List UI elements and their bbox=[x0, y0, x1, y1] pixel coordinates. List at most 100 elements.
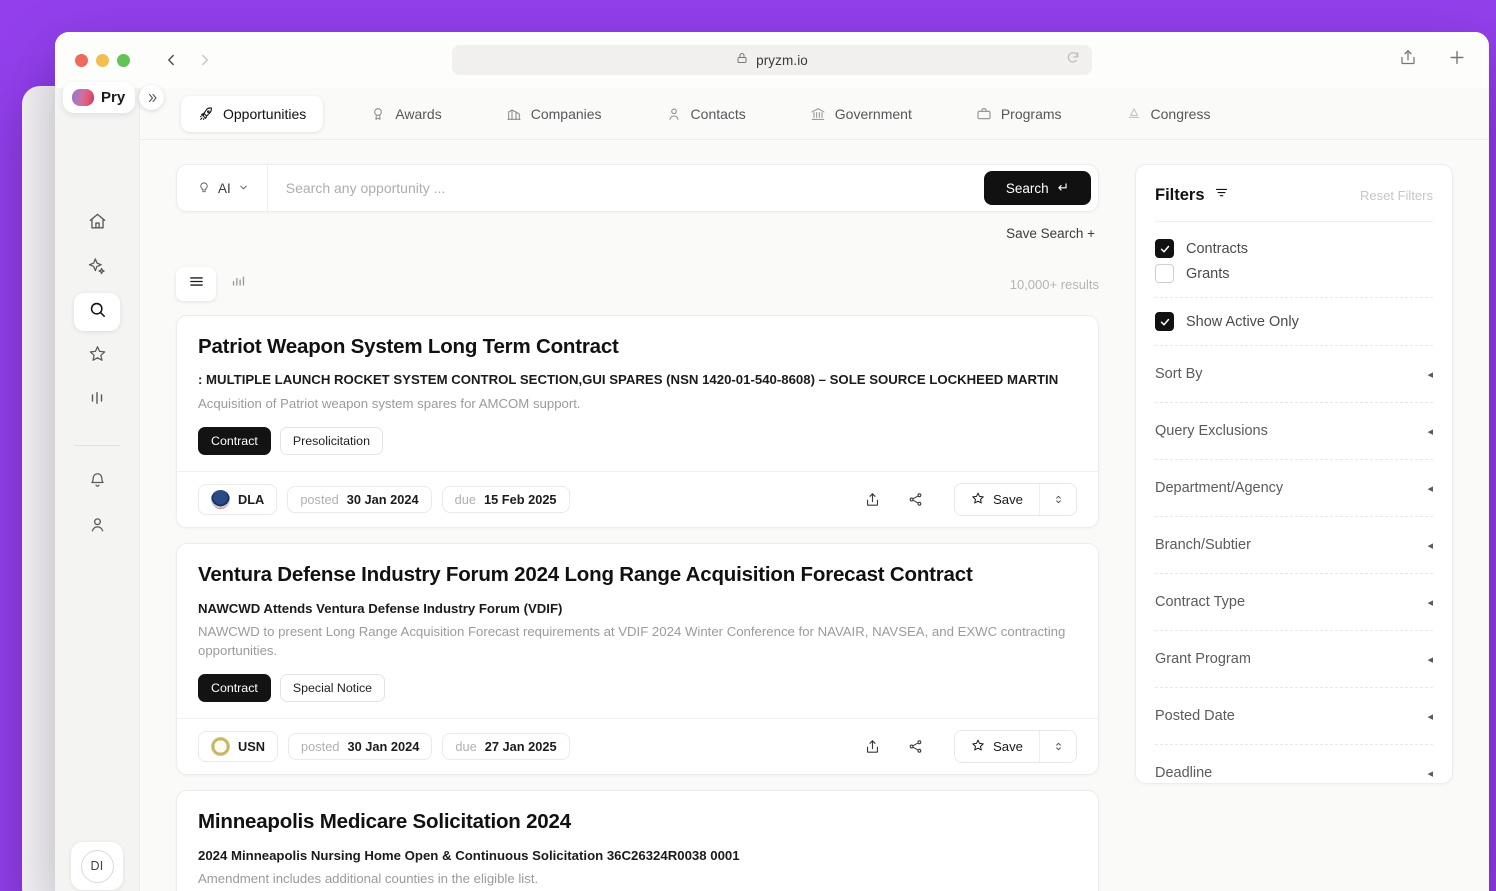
posted-date: 30 Jan 2024 bbox=[347, 739, 420, 755]
sidebar-item-saved[interactable] bbox=[74, 337, 120, 375]
bell-icon bbox=[88, 471, 107, 495]
back-icon[interactable] bbox=[160, 49, 182, 71]
star-icon bbox=[971, 738, 985, 755]
maximize-window-button[interactable] bbox=[117, 53, 130, 67]
filters-dashed-divider bbox=[1155, 345, 1433, 346]
tab-companies[interactable]: Companies bbox=[489, 96, 619, 132]
card-chip-notice: Presolicitation bbox=[279, 427, 383, 456]
view-toggle-list[interactable] bbox=[176, 267, 216, 301]
address-bar[interactable]: pryzm.io bbox=[452, 45, 1092, 75]
search-button[interactable]: Search ↵ bbox=[983, 171, 1091, 205]
share-nodes-icon[interactable] bbox=[907, 738, 924, 755]
star-icon bbox=[971, 491, 985, 508]
card-title[interactable]: Patriot Weapon System Long Term Contract bbox=[198, 335, 1077, 359]
caret-left-icon: ◂ bbox=[1427, 482, 1433, 495]
search-mode-selector[interactable]: AI bbox=[177, 165, 268, 211]
filter-section-contract-type[interactable]: Contract Type ◂ bbox=[1155, 585, 1433, 619]
filter-section-department-agency[interactable]: Department/Agency ◂ bbox=[1155, 471, 1433, 505]
card-title[interactable]: Minneapolis Medicare Solicitation 2024 bbox=[198, 810, 1077, 834]
due-label: due bbox=[454, 492, 476, 508]
sidebar-expand-button[interactable] bbox=[139, 85, 164, 110]
save-button[interactable]: Save bbox=[954, 484, 1039, 516]
posted-date: 30 Jan 2024 bbox=[346, 492, 419, 508]
share-icon[interactable] bbox=[864, 738, 881, 755]
filter-section-label: Sort By bbox=[1155, 366, 1203, 382]
share-nodes-icon[interactable] bbox=[907, 491, 924, 508]
save-search-link[interactable]: Save Search + bbox=[176, 226, 1099, 241]
sidebar-item-notifications[interactable] bbox=[74, 464, 120, 502]
rail-footer: DI bbox=[55, 842, 139, 890]
window-traffic-lights[interactable] bbox=[75, 53, 130, 67]
filter-icon bbox=[1214, 185, 1229, 205]
sidebar-item-ai[interactable] bbox=[74, 249, 120, 287]
tab-programs[interactable]: Programs bbox=[959, 96, 1079, 132]
close-window-button[interactable] bbox=[75, 53, 88, 67]
reload-icon[interactable] bbox=[1066, 51, 1080, 70]
filter-checkbox-contracts[interactable]: Contracts bbox=[1155, 236, 1433, 261]
checkbox-icon[interactable] bbox=[1155, 239, 1174, 258]
card-description: NAWCWD to present Long Range Acquisition… bbox=[198, 624, 1066, 658]
opportunity-card[interactable]: Patriot Weapon System Long Term Contract… bbox=[176, 315, 1099, 529]
sidebar-item-analytics[interactable] bbox=[74, 381, 120, 419]
browser-chrome-actions[interactable] bbox=[1399, 48, 1467, 73]
tab-contacts[interactable]: Contacts bbox=[649, 96, 763, 132]
filter-section-posted-date[interactable]: Posted Date ◂ bbox=[1155, 699, 1433, 733]
filters-dashed-divider bbox=[1155, 297, 1433, 298]
user-avatar-chip[interactable]: DI bbox=[71, 842, 123, 890]
card-body: Minneapolis Medicare Solicitation 2024 2… bbox=[177, 791, 1098, 891]
filter-section-branch-subtier[interactable]: Branch/Subtier ◂ bbox=[1155, 528, 1433, 562]
caret-left-icon: ◂ bbox=[1427, 710, 1433, 723]
sidebar-item-search[interactable] bbox=[74, 293, 120, 331]
opportunity-card[interactable]: Minneapolis Medicare Solicitation 2024 2… bbox=[176, 790, 1099, 891]
filter-checkbox-active-only[interactable]: Show Active Only bbox=[1155, 309, 1433, 334]
search-input[interactable] bbox=[267, 165, 984, 211]
card-body: Patriot Weapon System Long Term Contract… bbox=[177, 316, 1098, 471]
capitol-icon bbox=[1126, 106, 1142, 122]
tab-congress[interactable]: Congress bbox=[1109, 96, 1228, 132]
filters-dashed-divider bbox=[1155, 630, 1433, 631]
reset-filters-button[interactable]: Reset Filters bbox=[1360, 188, 1433, 203]
opportunity-card[interactable]: Ventura Defense Industry Forum 2024 Long… bbox=[176, 543, 1099, 776]
filter-section-query-exclusions[interactable]: Query Exclusions ◂ bbox=[1155, 414, 1433, 448]
save-options-stepper[interactable] bbox=[1039, 484, 1076, 516]
brand-chip[interactable]: Pry bbox=[63, 82, 135, 113]
checkbox-icon[interactable] bbox=[1155, 264, 1174, 283]
award-icon bbox=[370, 106, 386, 122]
brand-logo-icon bbox=[72, 89, 94, 106]
tab-label: Programs bbox=[1000, 105, 1062, 122]
save-label: Save bbox=[992, 492, 1023, 508]
filter-section-sort-by[interactable]: Sort By ◂ bbox=[1155, 357, 1433, 391]
screenshot-root: pryzm.io Pry DI Opportunities Awards Com… bbox=[0, 0, 1496, 891]
filter-section-label: Contract Type bbox=[1155, 594, 1246, 610]
tab-opportunities[interactable]: Opportunities bbox=[181, 95, 324, 132]
posted-label: posted bbox=[301, 739, 340, 755]
sidebar-item-account[interactable] bbox=[74, 508, 120, 546]
card-title[interactable]: Ventura Defense Industry Forum 2024 Long… bbox=[198, 563, 1077, 587]
agency-pill[interactable]: USN bbox=[198, 731, 279, 763]
checkbox-icon[interactable] bbox=[1155, 312, 1174, 331]
forward-icon[interactable] bbox=[194, 49, 216, 71]
filter-section-grant-program[interactable]: Grant Program ◂ bbox=[1155, 642, 1433, 676]
agency-seal-icon bbox=[211, 490, 230, 510]
card-footer: DLA posted 30 Jan 2024 due 15 Feb 2025 S… bbox=[177, 471, 1098, 527]
view-toggle-chart[interactable] bbox=[218, 267, 258, 301]
enter-key-icon: ↵ bbox=[1057, 180, 1069, 195]
save-button-group: Save bbox=[953, 730, 1077, 764]
tab-awards[interactable]: Awards bbox=[353, 96, 458, 132]
browser-nav-buttons[interactable] bbox=[160, 49, 216, 71]
agency-pill[interactable]: DLA bbox=[198, 484, 278, 516]
share-icon[interactable] bbox=[864, 491, 881, 508]
save-options-stepper[interactable] bbox=[1039, 731, 1076, 763]
card-subtitle: 2024 Minneapolis Nursing Home Open & Con… bbox=[198, 847, 740, 863]
card-subtitle: : MULTIPLE LAUNCH ROCKET SYSTEM CONTROL … bbox=[198, 372, 1059, 388]
new-tab-icon[interactable] bbox=[1447, 48, 1467, 73]
save-button[interactable]: Save bbox=[954, 731, 1039, 763]
sidebar-item-home[interactable] bbox=[74, 205, 120, 243]
brand-name: Pry bbox=[101, 89, 126, 106]
share-icon[interactable] bbox=[1399, 49, 1417, 72]
tab-government[interactable]: Government bbox=[793, 96, 929, 132]
filter-checkbox-grants[interactable]: Grants bbox=[1155, 261, 1433, 286]
filter-section-deadline[interactable]: Deadline ◂ bbox=[1155, 756, 1433, 783]
minimize-window-button[interactable] bbox=[96, 53, 109, 67]
due-pill: due 15 Feb 2025 bbox=[441, 486, 570, 514]
